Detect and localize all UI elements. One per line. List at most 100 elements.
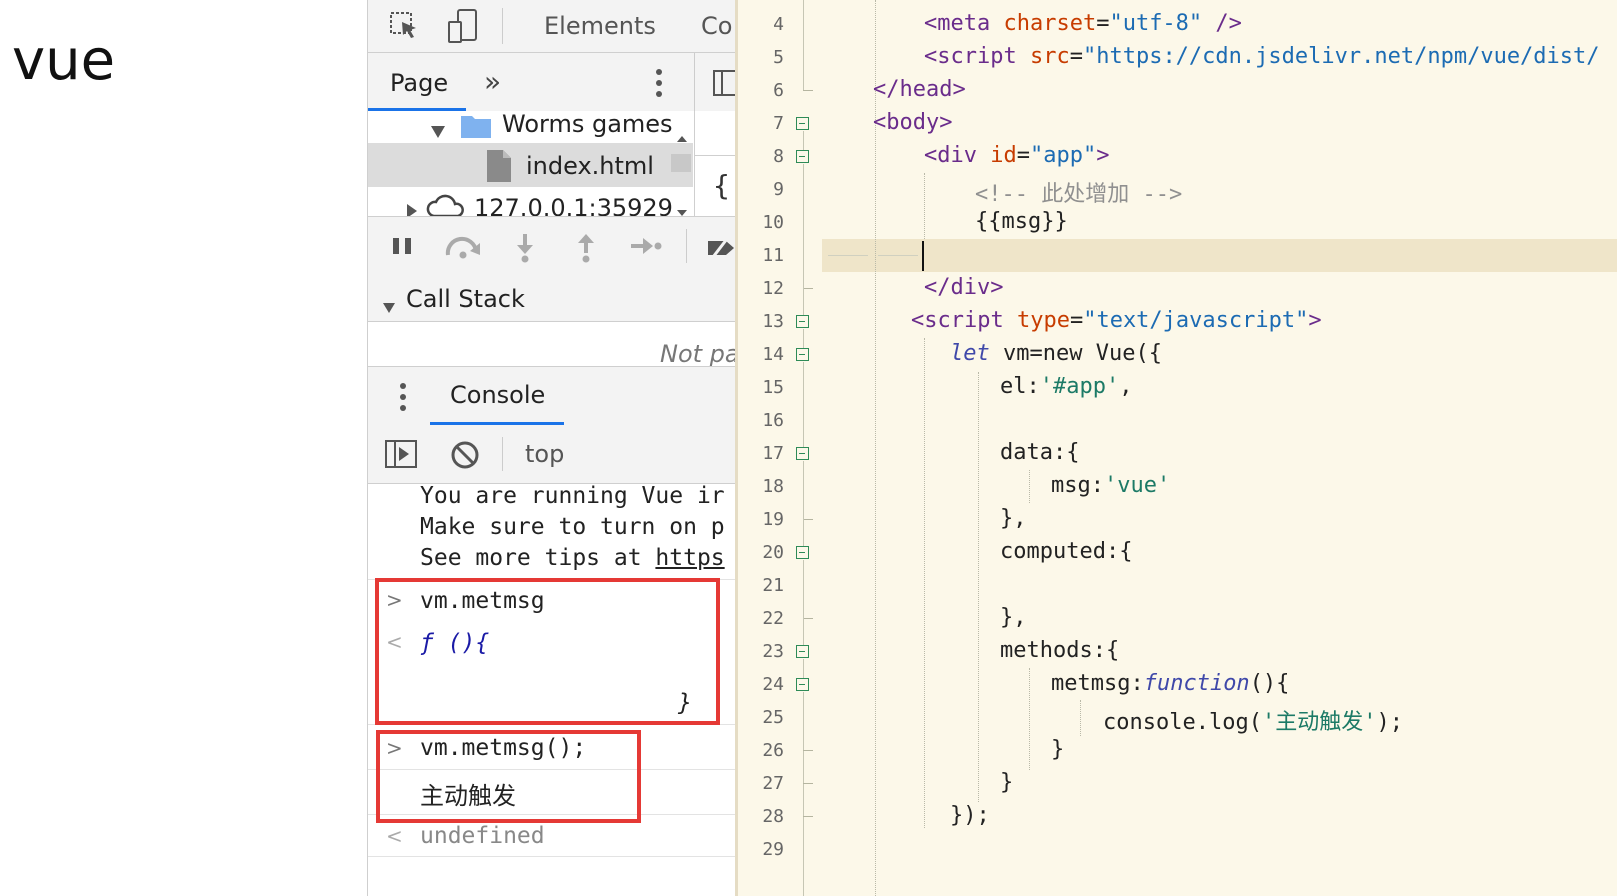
code-line[interactable]: } (1000, 770, 1013, 795)
console-message: You are running Vue ir (420, 484, 725, 509)
tree-item-domain[interactable]: 127.0.0.1:35929 (368, 189, 698, 216)
divider (695, 155, 736, 156)
devtools-top-bar: Elements Co (368, 0, 736, 53)
fold-toggle-icon[interactable] (796, 678, 809, 691)
drawer-menu-icon[interactable] (398, 381, 408, 417)
console-message-text: See more tips at (420, 545, 656, 571)
row-separator (368, 856, 736, 857)
code-line[interactable]: <!-- 此处增加 --> (975, 176, 1182, 208)
fold-line (803, 131, 804, 150)
line-number: 14 (762, 344, 784, 365)
folder-label: Worms games (502, 111, 673, 138)
step-icon[interactable] (630, 237, 662, 259)
code-line[interactable]: <script src="https://cdn.jsdelivr.net/np… (924, 44, 1600, 69)
line-number: 12 (762, 278, 784, 299)
sidebar-toggle-icon[interactable] (712, 69, 736, 101)
show-sidebar-icon[interactable] (384, 439, 418, 473)
code-token: <div (924, 143, 977, 168)
code-line[interactable]: console.log('主动触发'); (1103, 704, 1403, 736)
device-toggle-icon[interactable] (446, 8, 480, 48)
code-token: let (950, 341, 990, 366)
fold-toggle-icon[interactable] (796, 117, 809, 130)
line-number: 5 (773, 47, 784, 68)
code-token: "utf-8" (1109, 11, 1203, 36)
code-line[interactable]: <body> (873, 110, 952, 135)
fold-toggle-icon[interactable] (796, 348, 809, 361)
devtools-panel: Elements Co Page » Worms games index.htm… (367, 0, 736, 896)
tab-page[interactable]: Page (390, 69, 448, 97)
code-line[interactable]: }, (1000, 605, 1027, 630)
deactivate-breakpoints-icon[interactable] (706, 233, 736, 267)
code-line[interactable]: computed:{ (1000, 539, 1132, 564)
code-line[interactable]: </head> (873, 77, 966, 102)
code-line[interactable]: } (1051, 737, 1064, 762)
code-line[interactable]: <meta charset="utf-8" /> (924, 11, 1242, 36)
indent-guide (978, 372, 979, 802)
tree-item-file[interactable]: index.html (368, 143, 693, 187)
fold-toggle-icon[interactable] (796, 150, 809, 163)
context-selector[interactable]: top (525, 440, 564, 468)
line-number: 22 (762, 608, 784, 629)
kebab-menu-icon[interactable] (654, 67, 664, 103)
code-line[interactable]: <div id="app"> (924, 143, 1109, 168)
file-label: index.html (526, 152, 654, 180)
pause-icon[interactable] (392, 237, 414, 259)
code-line[interactable]: el:'#app', (1000, 374, 1132, 399)
collapse-down-icon (382, 292, 396, 320)
step-out-icon[interactable] (575, 233, 597, 267)
fold-toggle-icon[interactable] (796, 546, 809, 559)
highlight-box (375, 578, 720, 725)
code-line[interactable]: </div> (924, 275, 1003, 300)
indent-guide (1029, 668, 1030, 770)
pretty-print-icon[interactable]: { (713, 169, 730, 202)
drawer-tab-bar: Console (368, 366, 736, 426)
expand-right-icon (406, 197, 418, 216)
fold-toggle-icon[interactable] (796, 447, 809, 460)
code-line[interactable]: metmsg:function(){ (1051, 671, 1289, 696)
scroll-down-icon[interactable] (676, 195, 688, 216)
code-token: = (1069, 44, 1083, 69)
fold-end-marker (803, 90, 813, 91)
inspect-element-icon[interactable] (388, 10, 420, 46)
code-token: "text/javascript" (1083, 308, 1309, 333)
line-number: 10 (762, 212, 784, 233)
result-prompt-icon: < (386, 824, 403, 848)
call-stack-header[interactable]: Call Stack (368, 275, 736, 322)
tree-item-folder[interactable]: Worms games (368, 111, 698, 143)
highlight-box (376, 730, 641, 823)
tab-elements[interactable]: Elements (544, 0, 656, 52)
code-line[interactable]: <script type="text/javascript"> (911, 308, 1322, 333)
code-token: 'vue' (1103, 473, 1171, 498)
step-into-icon[interactable] (514, 233, 536, 267)
code-token: , (1119, 374, 1133, 399)
line-number: 29 (762, 839, 784, 860)
line-number: 15 (762, 377, 784, 398)
line-number: 24 (762, 674, 784, 695)
fold-toggle-icon[interactable] (796, 645, 809, 658)
more-tabs-icon[interactable]: » (484, 65, 501, 98)
code-token: (){ (1249, 671, 1290, 696)
line-number: 25 (762, 707, 784, 728)
page-viewport: vue (0, 0, 367, 896)
fold-toggle-icon[interactable] (796, 315, 809, 328)
code-line[interactable]: msg:'vue' (1051, 473, 1170, 498)
code-token: /> (1202, 11, 1242, 36)
code-line[interactable]: data:{ (1000, 440, 1079, 465)
scrollbar-thumb[interactable] (671, 154, 691, 172)
editor-pane-stub: { (694, 111, 736, 216)
code-line[interactable]: }, (1000, 506, 1027, 531)
code-line[interactable]: let vm=new Vue({ (950, 341, 1162, 366)
tab-console[interactable]: Console (450, 381, 545, 409)
console-link[interactable]: https (655, 545, 724, 571)
line-number: 28 (762, 806, 784, 827)
console-message: Make sure to turn on p (420, 514, 725, 540)
tab-console-truncated[interactable]: Co (701, 0, 732, 52)
text-caret[interactable] (922, 241, 924, 271)
step-over-icon[interactable] (444, 235, 484, 263)
code-line[interactable]: {{msg}} (975, 209, 1068, 234)
code-line[interactable]: }); (950, 803, 990, 828)
code-line[interactable]: methods:{ (1000, 638, 1119, 663)
code-token: vm=new Vue({ (989, 341, 1162, 366)
clear-console-icon[interactable] (450, 440, 480, 474)
fold-line (803, 618, 804, 645)
